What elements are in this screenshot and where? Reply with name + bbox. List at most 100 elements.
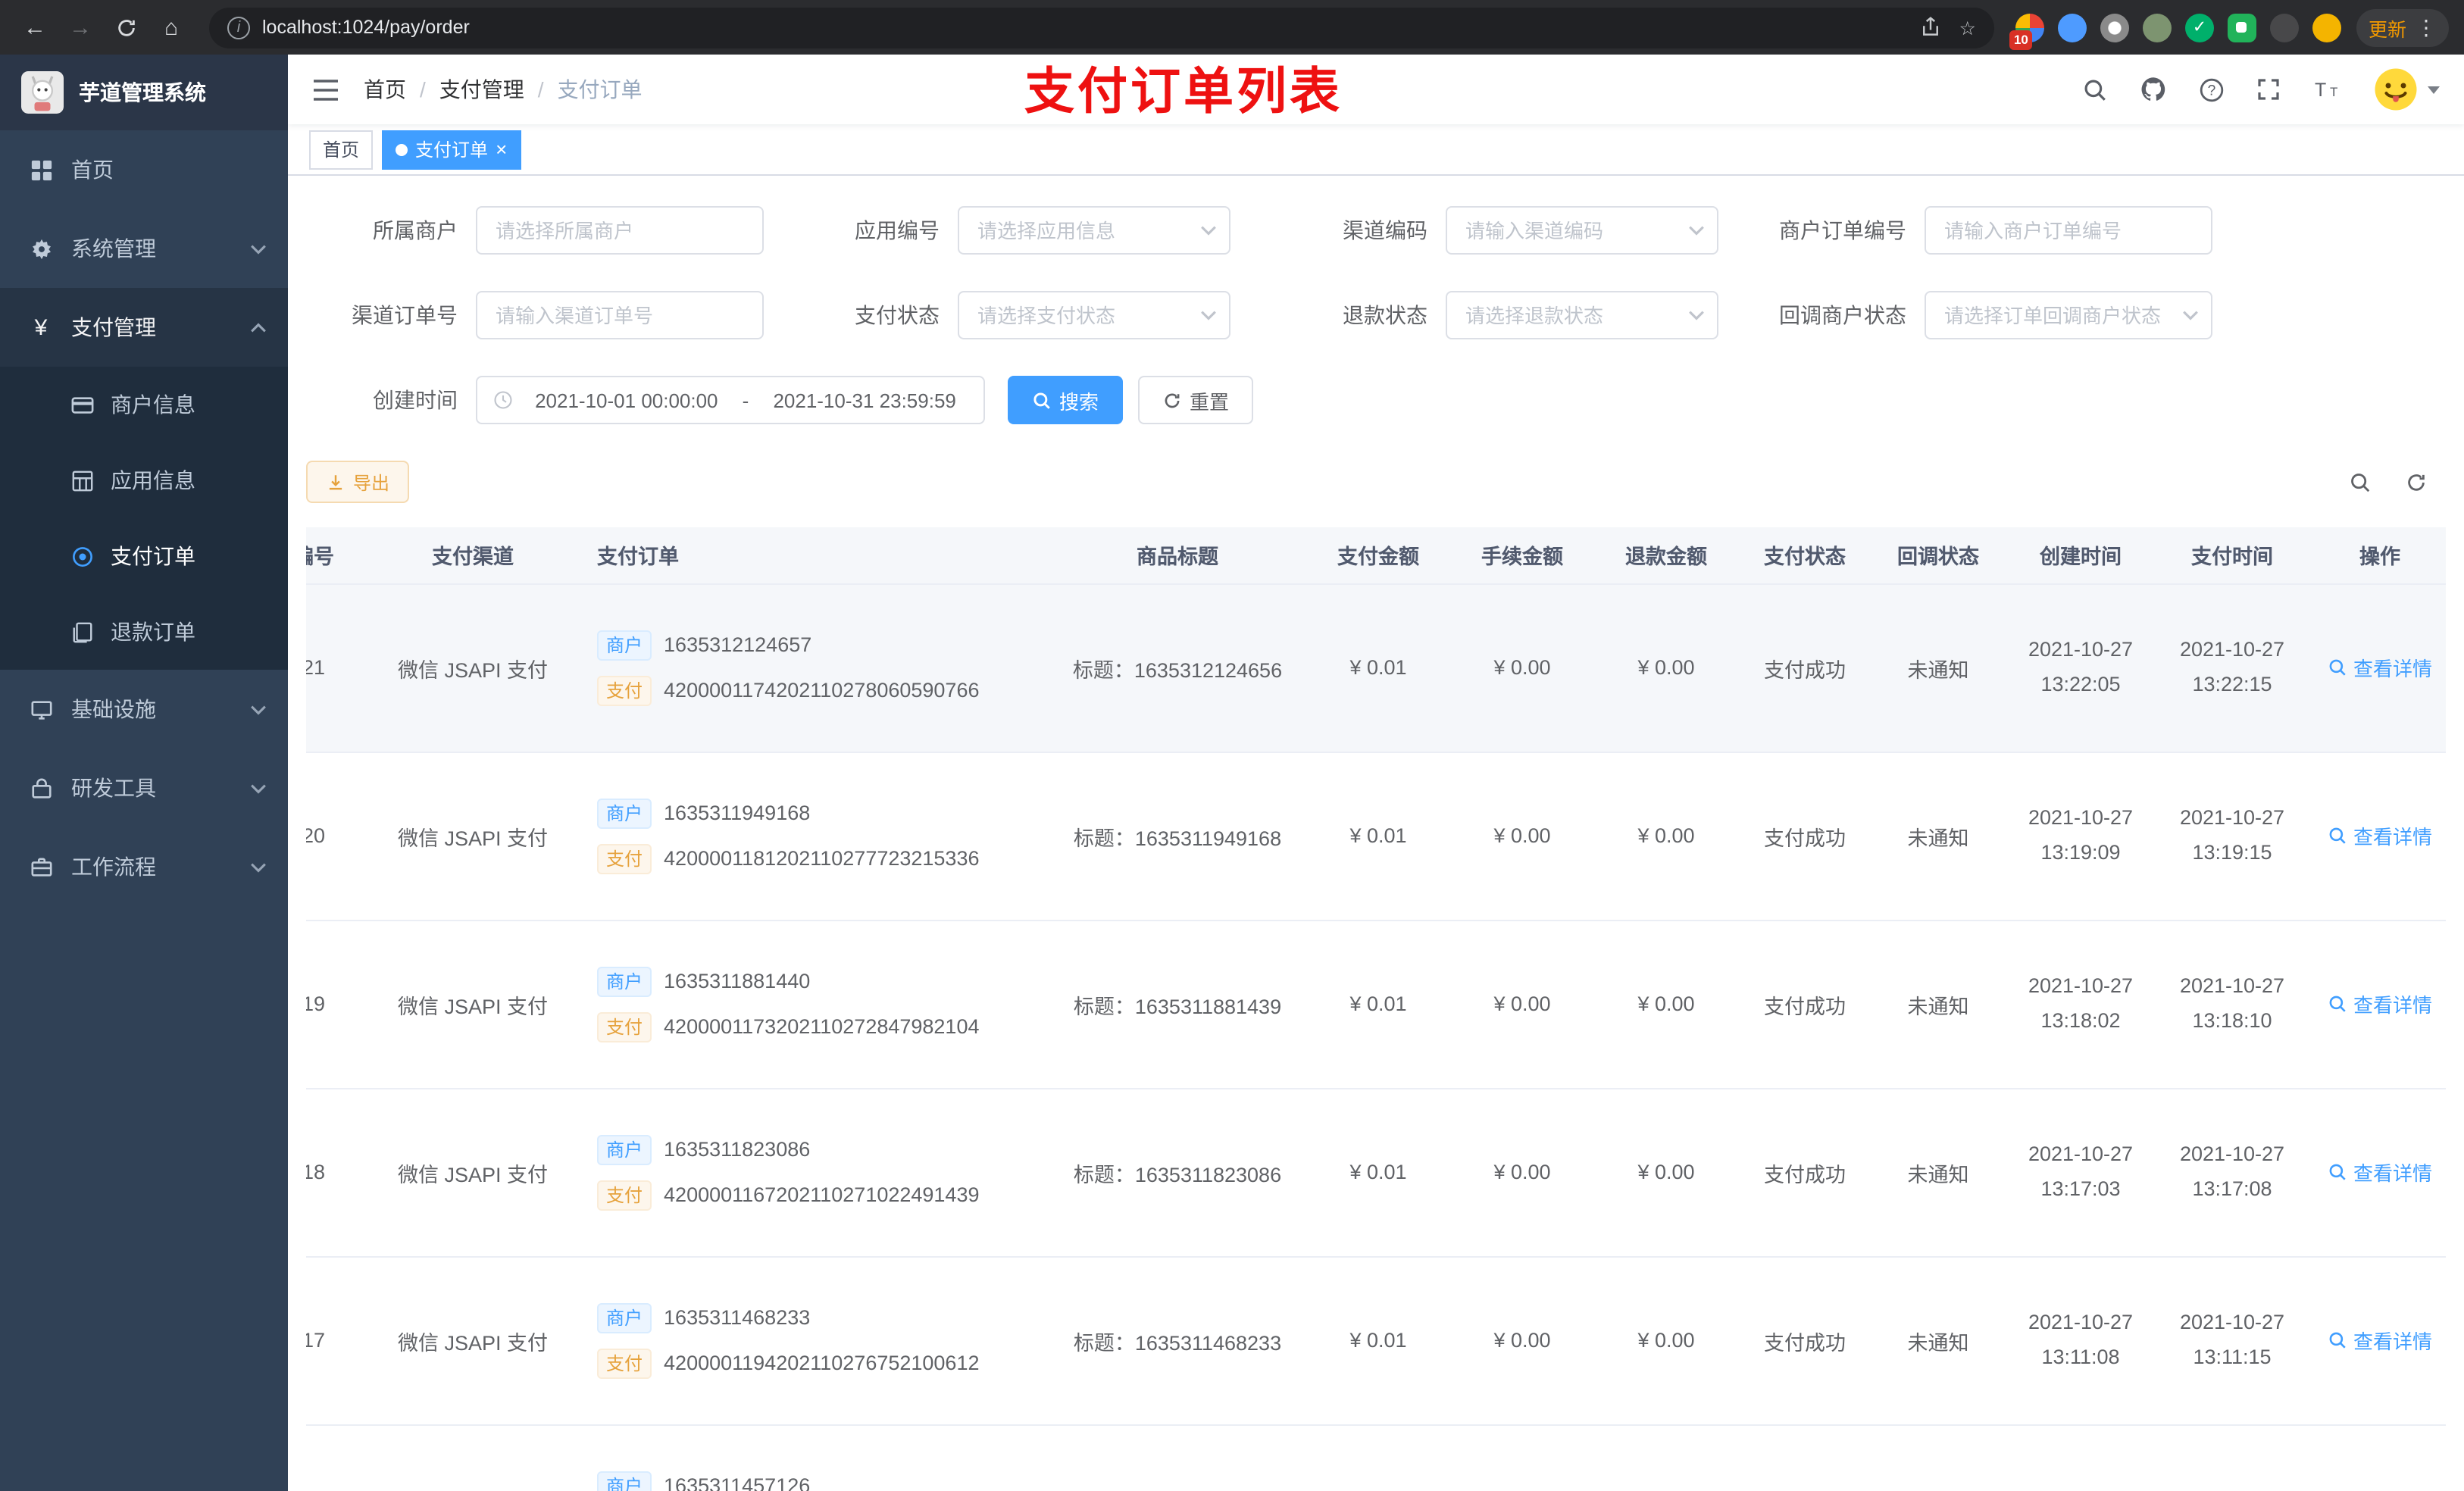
- share-icon[interactable]: [1920, 17, 1941, 38]
- breadcrumb-payment[interactable]: 支付管理: [406, 74, 524, 105]
- extension-icon[interactable]: [2057, 13, 2087, 42]
- callback-status-select[interactable]: [1925, 291, 2212, 339]
- app-select[interactable]: [958, 206, 1230, 255]
- sidebar-item-merchant-info[interactable]: 商户信息: [0, 367, 288, 442]
- pay-time: 2021-10-27 13:18:10: [2156, 920, 2308, 1089]
- extension-icon[interactable]: [2184, 13, 2214, 42]
- search-icon[interactable]: [2082, 77, 2108, 102]
- chevron-down-icon: [2182, 310, 2199, 320]
- order-id: 19: [306, 920, 367, 1089]
- sidebar-item-label: 支付订单: [111, 544, 195, 568]
- create-time: 2021-10-27 13:19:09: [2005, 752, 2156, 921]
- view-detail-link[interactable]: 查看详情: [2328, 653, 2432, 682]
- reset-button[interactable]: 重置: [1138, 376, 1254, 424]
- url-text[interactable]: localhost:1024/pay/order: [262, 17, 1920, 38]
- callback-status: 未通知: [1871, 752, 2005, 921]
- channel-order-no-input[interactable]: [476, 291, 764, 339]
- browser-update-button[interactable]: 更新 ⋮: [2356, 8, 2449, 46]
- view-detail-link[interactable]: 查看详情: [2328, 821, 2432, 850]
- address-bar[interactable]: i localhost:1024/pay/order ☆: [209, 7, 1994, 48]
- view-detail-link[interactable]: 查看详情: [2328, 1326, 2432, 1355]
- breadcrumb-home[interactable]: 首页: [364, 74, 406, 105]
- filter-label: 渠道编码: [1343, 218, 1427, 242]
- merchant-order-no-input[interactable]: [1925, 206, 2212, 255]
- svg-text:?: ?: [2208, 82, 2216, 98]
- create-time: 2021-10-27 13:22:05: [2005, 583, 2156, 752]
- extension-icon[interactable]: [2227, 13, 2256, 42]
- table-row: 21 微信 JSAPI 支付 商户 1635312124657 支付 4200001…: [306, 583, 2446, 752]
- pay-status: [1738, 1424, 1871, 1491]
- extension-icon[interactable]: [2100, 13, 2129, 42]
- fullscreen-icon[interactable]: [2256, 77, 2281, 102]
- view-detail-link[interactable]: 查看详情: [2328, 1158, 2432, 1186]
- table-toolbar: 导出: [306, 461, 2464, 503]
- site-info-icon[interactable]: i: [227, 16, 250, 39]
- browser-reload-icon[interactable]: [106, 8, 145, 47]
- emoji-extension-icon[interactable]: [2312, 13, 2341, 42]
- search-button[interactable]: 搜索: [1008, 376, 1124, 424]
- merchant-order-no: 1635311823086: [664, 1138, 811, 1161]
- product-title: 标题：1635311949168: [1049, 752, 1306, 921]
- browser-menu-icon[interactable]: ⋮: [2416, 14, 2437, 40]
- sidebar-item-label: 支付管理: [71, 315, 156, 339]
- search-icon: [1033, 392, 1050, 408]
- user-avatar[interactable]: [2373, 67, 2440, 112]
- table-header-row: 编号 支付渠道 支付订单 商品标题 支付金额 手续金额 退款金额 支付状态 回调…: [306, 527, 2446, 584]
- extension-icon[interactable]: [2142, 13, 2172, 42]
- sidebar-item-infrastructure[interactable]: 基础设施: [0, 670, 288, 749]
- sidebar: 芋道管理系统 首页 系统管理 ¥ 支付管理 商户信息 应用信息 支付订单 退款订…: [0, 55, 288, 1491]
- sidebar-toggle-icon[interactable]: [312, 78, 339, 101]
- order-id: 21: [306, 583, 367, 752]
- col-fee: 手续金额: [1450, 527, 1594, 584]
- sidebar-item-workflow[interactable]: 工作流程: [0, 827, 288, 906]
- channel-code-select[interactable]: [1446, 206, 1718, 255]
- pay-order-cell: 商户 1635312124657 支付 4200001174202110278060…: [579, 583, 1049, 752]
- logo[interactable]: 芋道管理系统: [0, 55, 288, 130]
- col-create-time: 创建时间: [2005, 527, 2156, 584]
- refund-status-select[interactable]: [1446, 291, 1718, 339]
- pay-order-cell: 商户 1635311949168 支付 4200001181202110277723…: [579, 752, 1049, 921]
- extension-icon[interactable]: 10: [2009, 13, 2044, 49]
- pay-amount: ¥ 0.01: [1306, 1088, 1450, 1257]
- browser-back-icon[interactable]: ←: [15, 8, 55, 47]
- product-title: 标题：1635311468233: [1049, 1256, 1306, 1425]
- refund-amount: ¥ 0.00: [1594, 752, 1738, 921]
- callback-status: [1871, 1424, 2005, 1491]
- documents-icon: [70, 620, 95, 643]
- fee-amount: ¥ 0.00: [1450, 1256, 1594, 1425]
- sidebar-item-system[interactable]: 系统管理: [0, 209, 288, 288]
- sidebar-item-label: 基础设施: [71, 697, 156, 721]
- toggle-search-icon[interactable]: [2349, 470, 2372, 493]
- chevron-down-icon: [1200, 225, 1217, 236]
- fee-amount: [1450, 1424, 1594, 1491]
- sidebar-item-pay-order[interactable]: 支付订单: [0, 518, 288, 594]
- merchant-select[interactable]: [476, 206, 764, 255]
- refresh-table-icon[interactable]: [2405, 470, 2428, 493]
- dashboard-icon: [27, 158, 55, 181]
- browser-home-icon[interactable]: ⌂: [152, 8, 191, 47]
- channel-pay-no: 4200001174202110278060590766: [664, 679, 980, 702]
- bookmark-star-icon[interactable]: ☆: [1959, 16, 1976, 39]
- pay-time: 2021-10-27 13:11:15: [2156, 1256, 2308, 1425]
- sidebar-item-home[interactable]: 首页: [0, 130, 288, 209]
- tab-home[interactable]: 首页: [309, 130, 374, 169]
- tab-pay-order[interactable]: 支付订单 ×: [382, 130, 521, 169]
- sidebar-item-app-info[interactable]: 应用信息: [0, 442, 288, 518]
- pay-status-select[interactable]: [958, 291, 1230, 339]
- help-icon[interactable]: ?: [2199, 77, 2225, 102]
- filter-app: 应用编号: [788, 206, 1230, 255]
- chevron-up-icon: [250, 322, 267, 333]
- github-icon[interactable]: [2140, 76, 2167, 103]
- create-time: [2005, 1424, 2156, 1491]
- sidebar-item-devtools[interactable]: 研发工具: [0, 749, 288, 827]
- date-range-picker[interactable]: 2021-10-01 00:00:00 - 2021-10-31 23:59:5…: [476, 376, 985, 424]
- col-refund: 退款金额: [1594, 527, 1738, 584]
- sidebar-item-payment[interactable]: ¥ 支付管理: [0, 288, 288, 367]
- extension-icon[interactable]: [2269, 13, 2299, 42]
- sidebar-item-refund-order[interactable]: 退款订单: [0, 594, 288, 670]
- export-button[interactable]: 导出: [306, 461, 410, 503]
- view-detail-link[interactable]: 查看详情: [2328, 989, 2432, 1018]
- font-size-icon[interactable]: TT: [2312, 77, 2341, 102]
- close-icon[interactable]: ×: [496, 139, 507, 159]
- browser-forward-icon[interactable]: →: [61, 8, 100, 47]
